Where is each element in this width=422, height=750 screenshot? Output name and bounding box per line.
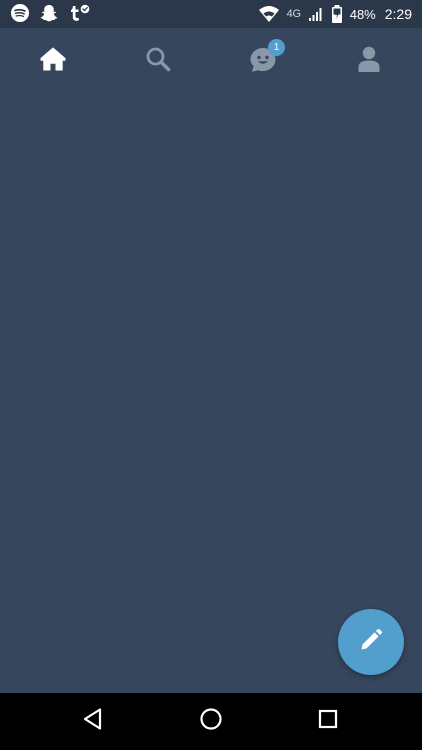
recents-button[interactable] bbox=[298, 693, 358, 750]
wifi-icon bbox=[258, 5, 280, 23]
home-icon bbox=[39, 46, 67, 77]
snapchat-icon bbox=[39, 3, 59, 23]
status-bar: 4G 48% 2:29 bbox=[0, 0, 422, 28]
status-notification-icons bbox=[10, 3, 90, 23]
tumblr-check-icon bbox=[68, 3, 90, 23]
back-triangle-icon bbox=[82, 707, 104, 736]
system-navigation-bar bbox=[0, 693, 422, 750]
person-icon bbox=[357, 45, 381, 78]
cell-signal-icon bbox=[308, 6, 324, 22]
status-system-indicators: 4G 48% 2:29 bbox=[258, 3, 412, 25]
status-clock: 2:29 bbox=[384, 6, 412, 22]
pencil-icon bbox=[357, 626, 385, 659]
back-button[interactable] bbox=[63, 693, 123, 750]
battery-icon bbox=[331, 4, 343, 24]
tab-home[interactable] bbox=[23, 28, 83, 94]
home-circle-icon bbox=[199, 707, 223, 736]
battery-percentage: 48% bbox=[349, 6, 376, 22]
network-type-label: 4G bbox=[286, 8, 301, 20]
system-home-button[interactable] bbox=[181, 693, 241, 750]
spotify-icon bbox=[10, 3, 30, 23]
top-tab-bar: 1 bbox=[0, 28, 422, 94]
dashboard-feed bbox=[0, 94, 422, 693]
recents-square-icon bbox=[317, 708, 339, 735]
search-icon bbox=[145, 46, 171, 77]
tab-search[interactable] bbox=[128, 28, 188, 94]
notification-badge: 1 bbox=[268, 39, 285, 56]
tab-account[interactable] bbox=[339, 28, 399, 94]
compose-button[interactable] bbox=[338, 609, 404, 675]
tab-activity[interactable]: 1 bbox=[233, 28, 293, 94]
